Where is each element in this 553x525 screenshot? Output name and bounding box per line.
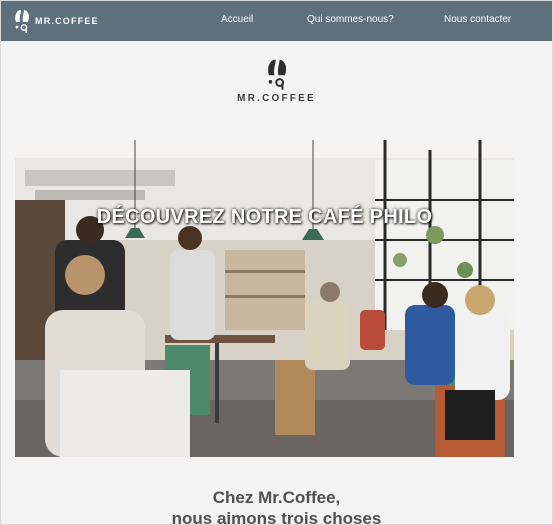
page: MR.COFFEE Accueil Qui sommes-nous? Nous … <box>0 0 553 525</box>
hero-banner: DÉCOUVREZ NOTRE CAFÉ PHILO <box>15 140 514 457</box>
nav-link-accueil[interactable]: Accueil <box>221 14 253 25</box>
nav-link-nous-contacter[interactable]: Nous contacter <box>444 14 511 25</box>
header-logo[interactable]: MR.COFFEE <box>13 7 103 35</box>
brand-wordmark: MR.COFFEE <box>237 93 316 104</box>
coffee-bean-logo-icon <box>15 10 29 33</box>
brand-block: MR.COFFEE <box>1 57 552 104</box>
hero-title: DÉCOUVREZ NOTRE CAFÉ PHILO <box>96 206 433 228</box>
header-logo-wordmark: MR.COFFEE <box>35 16 99 26</box>
coffee-bean-brand-icon <box>267 59 286 90</box>
section-heading-line-2: nous aimons trois choses <box>171 509 382 525</box>
top-navigation-bar: MR.COFFEE Accueil Qui sommes-nous? Nous … <box>1 1 552 41</box>
section-heading: Chez Mr.Coffee, nous aimons trois choses <box>1 487 552 525</box>
nav-link-qui-sommes-nous[interactable]: Qui sommes-nous? <box>307 14 394 25</box>
cafe-interior-photo <box>15 140 514 457</box>
section-heading-line-1: Chez Mr.Coffee, <box>212 488 341 507</box>
